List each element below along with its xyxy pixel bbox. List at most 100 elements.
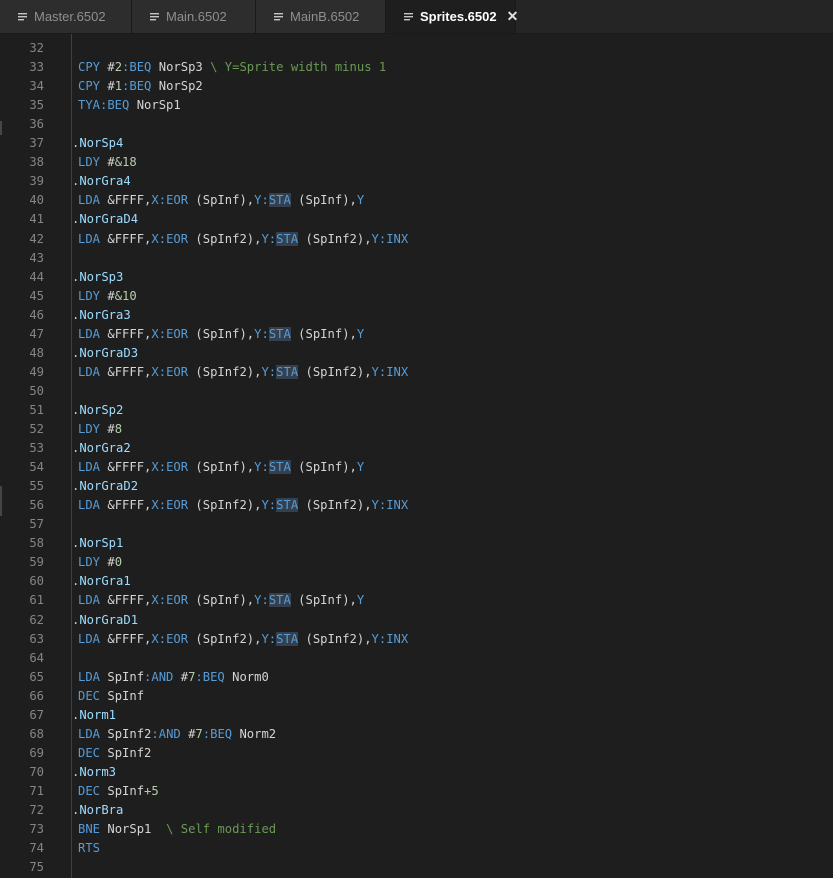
code-line[interactable]: 33 CPY #2:BEQ NorSp3 \ Y=Sprite width min…: [0, 58, 833, 77]
code-token: NorSp1: [136, 98, 181, 113]
code-text: .NorSp2: [72, 401, 123, 420]
code-line[interactable]: 40 LDA &FFFF,X:EOR (SpInf),Y:STA (SpInf),…: [0, 191, 833, 210]
code-token: 2: [114, 60, 123, 75]
code-line[interactable]: 59 LDY #0: [0, 553, 833, 572]
code-token: Y: [356, 460, 365, 475]
line-number: 58: [29, 536, 44, 551]
line-number: 56: [29, 498, 44, 513]
code-line[interactable]: 62 .NorGraD1: [0, 611, 833, 630]
code-token: 0: [114, 555, 123, 570]
code-token: LDA: [78, 593, 108, 608]
code-text: LDA &FFFF,X:EOR (SpInf2),Y:STA (SpInf2),…: [78, 630, 408, 649]
code-token: &FFFF,: [107, 498, 152, 513]
code-line[interactable]: 55 .NorGraD2: [0, 477, 833, 496]
code-line[interactable]: 67 .Norm1: [0, 706, 833, 725]
code-line[interactable]: 66 DEC SpInf: [0, 687, 833, 706]
code-line[interactable]: 45 LDY #&10: [0, 287, 833, 306]
code-token: .Norm3: [72, 764, 117, 779]
code-token: Y:INX: [371, 364, 409, 379]
code-token: (SpInf2),: [298, 231, 372, 246]
line-number: 55: [29, 479, 44, 494]
close-icon[interactable]: ✕: [507, 8, 519, 25]
code-token: STA: [268, 460, 291, 475]
code-token: CPY: [78, 60, 108, 75]
code-line[interactable]: 63 LDA &FFFF,X:EOR (SpInf2),Y:STA (SpInf2…: [0, 630, 833, 649]
code-line[interactable]: 53 .NorGra2: [0, 439, 833, 458]
code-line[interactable]: 61 LDA &FFFF,X:EOR (SpInf),Y:STA (SpInf),…: [0, 591, 833, 610]
code-editor[interactable]: 32 33 CPY #2:BEQ NorSp3 \ Y=Sprite width m…: [0, 34, 833, 878]
code-line[interactable]: 68 LDA SpInf2:AND #7:BEQ Norm2: [0, 725, 833, 744]
code-token: NorSp3: [158, 60, 211, 75]
code-line[interactable]: 52 LDY #8: [0, 420, 833, 439]
file-text-icon: [150, 12, 160, 22]
code-token: \ Y=Sprite width minus 1: [210, 60, 387, 75]
code-line[interactable]: 37 .NorSp4: [0, 134, 833, 153]
code-line[interactable]: 32: [0, 39, 833, 58]
code-line[interactable]: 36: [0, 115, 833, 134]
code-line[interactable]: 56 LDA &FFFF,X:EOR (SpInf2),Y:STA (SpInf2…: [0, 496, 833, 515]
code-line[interactable]: 41 .NorGraD4: [0, 210, 833, 229]
code-token: LDY: [78, 155, 108, 170]
code-token: Y:: [261, 498, 277, 513]
tab-main-6502[interactable]: Main.6502: [132, 0, 256, 33]
code-token: Norm2: [239, 726, 277, 741]
code-text: LDA &FFFF,X:EOR (SpInf),Y:STA (SpInf),Y: [78, 325, 364, 344]
code-text: DEC SpInf: [78, 687, 144, 706]
code-line[interactable]: 35 TYA:BEQ NorSp1: [0, 96, 833, 115]
code-line[interactable]: 39 .NorGra4: [0, 172, 833, 191]
code-line[interactable]: 70 .Norm3: [0, 763, 833, 782]
code-line[interactable]: 72 .NorBra: [0, 801, 833, 820]
code-token: Y: [356, 326, 365, 341]
code-token: Y:: [254, 193, 269, 208]
code-token: (SpInf2),: [298, 364, 372, 379]
code-line[interactable]: 74 RTS: [0, 839, 833, 858]
tab-master-6502[interactable]: Master.6502: [0, 0, 132, 33]
code-text: .NorGraD2: [72, 477, 138, 496]
code-token: X:EOR: [151, 193, 196, 208]
code-line[interactable]: 54 LDA &FFFF,X:EOR (SpInf),Y:STA (SpInf),…: [0, 458, 833, 477]
line-number: 74: [29, 841, 44, 856]
code-token: :BEQ: [202, 726, 240, 741]
code-token: &FFFF,: [107, 231, 152, 246]
code-token: 1: [114, 79, 123, 94]
code-token: (SpInf),: [290, 326, 357, 341]
code-line[interactable]: 46 .NorGra3: [0, 306, 833, 325]
code-token: Y:: [254, 326, 269, 341]
code-line[interactable]: 34 CPY #1:BEQ NorSp2: [0, 77, 833, 96]
line-number: 49: [29, 364, 44, 379]
tab-mainb-6502[interactable]: MainB.6502: [256, 0, 386, 33]
code-line[interactable]: 50: [0, 382, 833, 401]
code-line[interactable]: 44 .NorSp3: [0, 268, 833, 287]
code-token: TYA:BEQ: [78, 98, 137, 113]
code-line[interactable]: 58 .NorSp1: [0, 534, 833, 553]
code-line[interactable]: 73 BNE NorSp1 \ Self modified: [0, 820, 833, 839]
code-token: 7: [195, 726, 203, 741]
code-line[interactable]: 47 LDA &FFFF,X:EOR (SpInf),Y:STA (SpInf),…: [0, 325, 833, 344]
code-line[interactable]: 48 .NorGraD3: [0, 344, 833, 363]
line-number: 59: [29, 555, 44, 570]
code-line[interactable]: 51 .NorSp2: [0, 401, 833, 420]
line-number: 41: [29, 212, 44, 227]
code-line[interactable]: 64: [0, 649, 833, 668]
code-line[interactable]: 49 LDA &FFFF,X:EOR (SpInf2),Y:STA (SpInf2…: [0, 363, 833, 382]
line-number: 69: [29, 745, 44, 760]
line-number: 43: [29, 250, 44, 265]
code-text: DEC SpInf+5: [78, 782, 159, 801]
code-token: (SpInf),: [290, 460, 357, 475]
line-number: 68: [29, 726, 44, 741]
code-line[interactable]: 57: [0, 515, 833, 534]
code-line[interactable]: 43: [0, 249, 833, 268]
code-line[interactable]: 71 DEC SpInf+5: [0, 782, 833, 801]
code-token: (SpInf2),: [298, 498, 372, 513]
code-line[interactable]: 69 DEC SpInf2: [0, 744, 833, 763]
code-token: NorSp1: [107, 822, 167, 837]
code-line[interactable]: 75: [0, 858, 833, 877]
code-token: STA: [276, 364, 299, 379]
code-token: DEC: [78, 745, 108, 760]
code-line[interactable]: 38 LDY #&18: [0, 153, 833, 172]
code-token: .NorSp2: [72, 402, 124, 417]
tab-sprites-6502[interactable]: Sprites.6502 ✕: [386, 0, 519, 33]
code-line[interactable]: 65 LDA SpInf:AND #7:BEQ Norm0: [0, 668, 833, 687]
code-line[interactable]: 42 LDA &FFFF,X:EOR (SpInf2),Y:STA (SpInf2…: [0, 230, 833, 249]
code-line[interactable]: 60 .NorGra1: [0, 572, 833, 591]
